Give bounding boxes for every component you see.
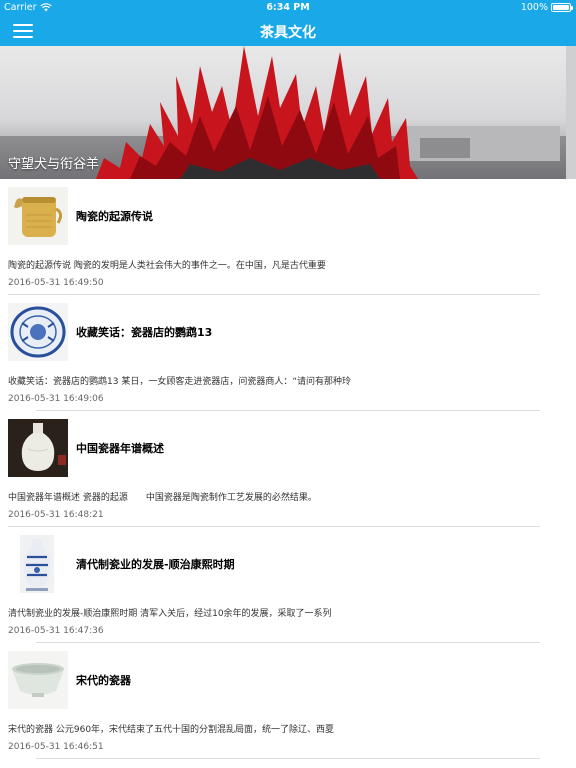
article-list: 陶瓷的起源传说 陶瓷的起源传说 陶瓷的发明是人类社会伟大的事件之一。在中国，凡是…: [0, 179, 576, 759]
status-bar: Carrier 6:34 PM 100%: [0, 0, 576, 16]
article-summary: 中国瓷器年谱概述 瓷器的起源 中国瓷器是陶瓷制作工艺发展的必然结果。: [8, 493, 317, 503]
article-date: 2016-05-31 16:48:21: [8, 510, 104, 520]
banner-slide[interactable]: 守望犬与衔谷羊: [0, 46, 576, 179]
article-title: 清代制瓷业的发展-顺治康熙时期: [76, 558, 235, 571]
header: Carrier 6:34 PM 100% 茶具文化: [0, 0, 576, 46]
article-date: 2016-05-31 16:47:36: [8, 626, 104, 636]
banner-caption: 守望犬与衔谷羊: [8, 157, 100, 172]
article-title: 中国瓷器年谱概述: [76, 442, 164, 455]
list-item[interactable]: 清代制瓷业的发展-顺治康熙时期 清代制瓷业的发展-顺治康熙时期 清军入关后，经过…: [0, 527, 576, 643]
article-thumbnail: [8, 535, 68, 593]
article-date: 2016-05-31 16:49:06: [8, 394, 104, 404]
article-thumbnail: [8, 419, 68, 477]
list-item[interactable]: 中国瓷器年谱概述 中国瓷器年谱概述 瓷器的起源 中国瓷器是陶瓷制作工艺发展的必然…: [0, 411, 576, 527]
separator: [36, 758, 540, 759]
list-item[interactable]: 收藏笑话：瓷器店的鹦鹉13 收藏笑话：瓷器店的鹦鹉13 某日，一女顾客走进瓷器店…: [0, 295, 576, 411]
article-date: 2016-05-31 16:46:51: [8, 742, 104, 752]
article-title: 陶瓷的起源传说: [76, 210, 153, 223]
article-summary: 陶瓷的起源传说 陶瓷的发明是人类社会伟大的事件之一。在中国，凡是古代重要: [8, 261, 326, 271]
article-title: 宋代的瓷器: [76, 674, 131, 687]
status-time: 6:34 PM: [266, 2, 310, 13]
article-thumbnail: [8, 303, 68, 361]
article-thumbnail: [8, 651, 68, 709]
battery-percent: 100%: [520, 2, 548, 13]
article-summary: 宋代的瓷器 公元960年，宋代结束了五代十国的分割混乱局面，统一了除辽、西夏: [8, 725, 335, 735]
list-item[interactable]: 宋代的瓷器 宋代的瓷器 公元960年，宋代结束了五代十国的分割混乱局面，统一了除…: [0, 643, 576, 759]
article-title: 收藏笑话：瓷器店的鹦鹉13: [76, 326, 213, 339]
page-title: 茶具文化: [260, 25, 316, 41]
list-item[interactable]: 陶瓷的起源传说 陶瓷的起源传说 陶瓷的发明是人类社会伟大的事件之一。在中国，凡是…: [0, 179, 576, 295]
status-right: 100%: [520, 2, 573, 13]
article-date: 2016-05-31 16:49:50: [8, 278, 104, 288]
article-thumbnail: [8, 187, 68, 245]
battery-icon: [551, 3, 573, 12]
article-summary: 清代制瓷业的发展-顺治康熙时期 清军入关后，经过10余年的发展，采取了一系列: [8, 609, 332, 619]
article-summary: 收藏笑话：瓷器店的鹦鹉13 某日，一女顾客走进瓷器店，问瓷器商人：“请问有那种玲: [8, 377, 351, 387]
